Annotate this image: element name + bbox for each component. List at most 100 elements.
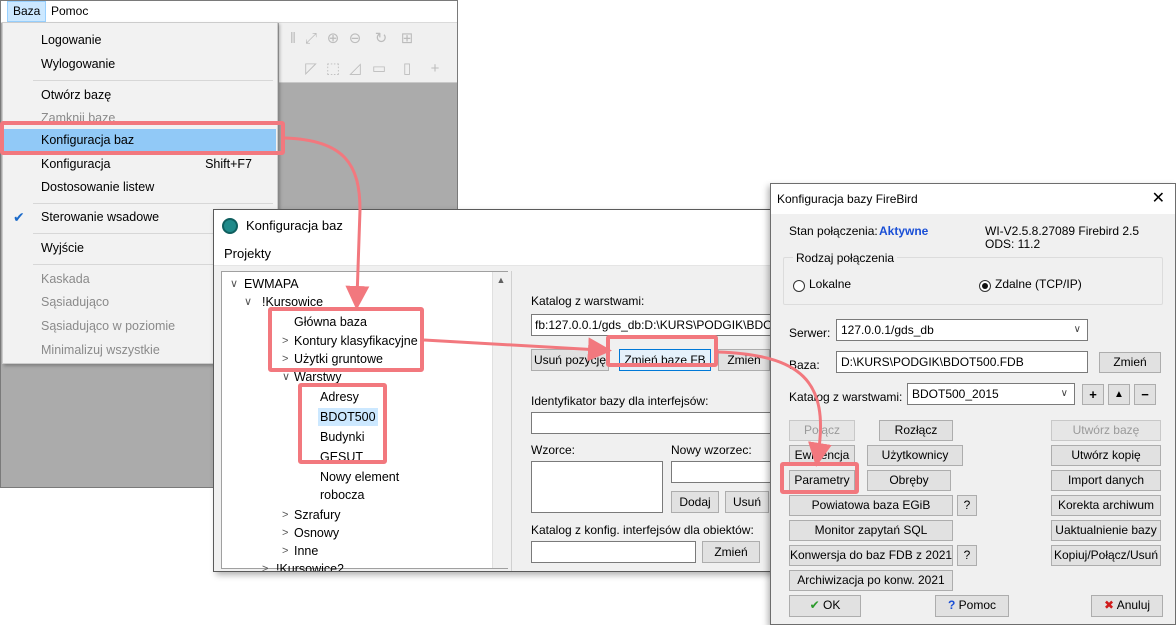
tree-item-robocza[interactable]: robocza [320, 486, 364, 504]
tree-item-osnowy[interactable]: Osnowy [294, 524, 339, 542]
zoom-out-icon[interactable]: ⊖ [345, 29, 365, 49]
refresh-icon[interactable]: ↻ [371, 29, 391, 49]
menu-projekty[interactable]: Projekty [214, 242, 792, 266]
menu-item-otworz-baze[interactable]: Otwórz bazę [4, 84, 276, 106]
tree-item-nowy-element[interactable]: Nowy element [320, 468, 399, 486]
tree-item-glowna-baza[interactable]: Główna baza [294, 313, 367, 331]
ok-label: OK [823, 598, 841, 612]
menu-item-logowanie[interactable]: Logowanie [4, 29, 276, 51]
zdalne-radio[interactable]: Zdalne (TCP/IP) [979, 277, 1099, 295]
tree-item-szrafury[interactable]: Szrafury [294, 506, 341, 524]
menu-baza[interactable]: Baza [7, 1, 47, 22]
tree-item-warstwy[interactable]: Warstwy [294, 368, 341, 386]
korekta-archiwum-button[interactable]: Korekta archiwum [1051, 495, 1161, 516]
tree-item-kontury[interactable]: Kontury klasyfikacyjne [294, 332, 418, 350]
uaktualnienie-bazy-button[interactable]: Uaktualnienie bazy [1051, 520, 1161, 541]
dialog-title: Konfiguracja bazy FireBird [777, 192, 918, 206]
identyfikator-input[interactable] [531, 412, 792, 434]
import-danych-button[interactable]: Import danych [1051, 470, 1161, 491]
ewidencja-button[interactable]: Ewidencja [789, 445, 855, 466]
menu-item-konfiguracja[interactable]: Konfiguracja Shift+F7 [4, 153, 276, 175]
radio-zdalne-icon [979, 280, 991, 292]
remove-icon[interactable]: − [1134, 384, 1156, 405]
grid-icon[interactable]: ⊞ [397, 29, 417, 49]
tree-item-kursowice[interactable]: !Kursowice [262, 293, 323, 311]
add-icon[interactable]: + [425, 59, 445, 79]
edit-tool-icon[interactable]: ◿ [345, 59, 365, 79]
serwer-combobox[interactable]: 127.0.0.1/gds_db ∨ [836, 319, 1088, 341]
zoom-in-icon[interactable]: ⊕ [323, 29, 343, 49]
obreby-button[interactable]: Obręby [867, 470, 951, 491]
expand-icon[interactable]: > [282, 542, 288, 560]
rodzaj-polaczenia-label: Rodzaj połączenia [793, 251, 898, 265]
expand-icon[interactable]: > [282, 506, 288, 524]
zmien-baze-fb-button[interactable]: Zmień bazę FB [619, 349, 711, 371]
expand-icon[interactable]: > [282, 350, 288, 368]
wzorce-listbox[interactable] [531, 461, 663, 513]
tree-scrollbar[interactable]: ▲ [492, 272, 508, 568]
tree-item-budynki[interactable]: Budynki [320, 428, 364, 446]
parametry-button[interactable]: Parametry [789, 470, 855, 491]
menu-pomoc[interactable]: Pomoc [46, 1, 93, 22]
radio-lokalne-icon [793, 280, 805, 292]
expand-icon[interactable]: > [262, 560, 268, 571]
konwersja-button[interactable]: Konwersja do baz FDB z 2021 [789, 545, 953, 566]
collapse-icon[interactable]: ∨ [244, 293, 252, 311]
info-tool-icon[interactable]: ▯ [397, 59, 417, 79]
uzytkownicy-button[interactable]: Użytkownicy [867, 445, 963, 466]
tree-item-gesut[interactable]: GESUT [320, 448, 363, 466]
draw-tool-icon[interactable]: ◸ [301, 59, 321, 79]
usun-button[interactable]: Usuń [725, 491, 769, 513]
ok-button[interactable]: ✔ OK [789, 595, 861, 617]
tree-item-ewmapa[interactable]: EWMAPA [244, 275, 299, 293]
powiatowa-baza-button[interactable]: Powiatowa baza EGiB [789, 495, 953, 516]
anuluj-label: Anuluj [1116, 598, 1151, 612]
tree-item-uzytki[interactable]: Użytki gruntowe [294, 350, 383, 368]
usun-pozycje-button[interactable]: Usuń pozycję [531, 349, 609, 371]
close-icon[interactable]: ✕ [1152, 184, 1165, 214]
expand-icon[interactable]: > [282, 524, 288, 542]
collapse-icon[interactable]: ∨ [282, 368, 290, 386]
katalog-warstwy-combobox[interactable]: BDOT500_2015 ∨ [907, 383, 1075, 405]
katalog-input[interactable]: fb:127.0.0.1/gds_db:D:\KURS\PODGIK\BDOT5… [531, 314, 792, 336]
zmien-konfig-button[interactable]: Zmień [702, 541, 760, 563]
menu-item-dostosowanie-listew[interactable]: Dostosowanie listew [4, 176, 276, 198]
help-powiatowa-button[interactable]: ? [957, 495, 977, 516]
tree-item-adresy[interactable]: Adresy [320, 388, 359, 406]
tree-item-bdot500[interactable]: BDOT500 [318, 408, 378, 426]
dodaj-button[interactable]: Dodaj [671, 491, 719, 513]
layer-tool-icon[interactable]: ▭ [369, 59, 389, 79]
tree-item-kursowice2[interactable]: !Kursowice2 [276, 560, 344, 571]
archiwizacja-button[interactable]: Archiwizacja po konw. 2021 [789, 570, 953, 591]
help-konwersja-button[interactable]: ? [957, 545, 977, 566]
katalog-label: Katalog z warstwami: [531, 294, 645, 308]
zoom-extents-icon[interactable]: ⤢ [301, 29, 321, 49]
baza-input[interactable]: D:\KURS\PODGIK\BDOT500.FDB [836, 351, 1088, 373]
select-tool-icon[interactable]: ⬚ [323, 59, 343, 79]
baza-zmien-button[interactable]: Zmień [1099, 352, 1161, 373]
serwer-value: 127.0.0.1/gds_db [841, 323, 934, 337]
nowy-wzorzec-label: Nowy wzorzec: [671, 443, 752, 457]
katalog-konfig-input[interactable] [531, 541, 696, 563]
monitor-sql-button[interactable]: Monitor zapytań SQL [789, 520, 953, 541]
menu-item-wylogowanie[interactable]: Wylogowanie [4, 53, 276, 75]
zdalne-label: Zdalne (TCP/IP) [995, 277, 1082, 291]
collapse-icon[interactable]: ∨ [230, 275, 238, 293]
tree-item-inne[interactable]: Inne [294, 542, 318, 560]
zmien-button[interactable]: Zmień [718, 349, 770, 371]
utworz-kopie-button[interactable]: Utwórz kopię [1051, 445, 1161, 466]
rozlacz-button[interactable]: Rozłącz [879, 420, 953, 441]
lokalne-radio[interactable]: Lokalne [793, 277, 883, 295]
add-icon[interactable]: + [1082, 384, 1104, 405]
move-up-icon[interactable]: ▲ [1108, 384, 1130, 405]
kopiuj-polacz-usun-button[interactable]: Kopiuj/Połącz/Usuń [1051, 545, 1161, 566]
scroll-up-icon[interactable]: ▲ [493, 272, 509, 288]
anuluj-button[interactable]: ✖ Anuluj [1091, 595, 1163, 617]
pomoc-button[interactable]: ? Pomoc [935, 595, 1009, 617]
firebird-config-dialog: Konfiguracja bazy FireBird ✕ Stan połącz… [770, 183, 1176, 625]
expand-icon[interactable]: > [282, 332, 288, 350]
properties-panel: Katalog z warstwami: fb:127.0.0.1/gds_db… [511, 271, 792, 571]
menu-item-konfiguracja-baz[interactable]: Konfiguracja baz [4, 129, 276, 151]
menu-separator [33, 203, 273, 204]
version-line1: WI-V2.5.8.27089 Firebird 2.5 [985, 224, 1140, 238]
